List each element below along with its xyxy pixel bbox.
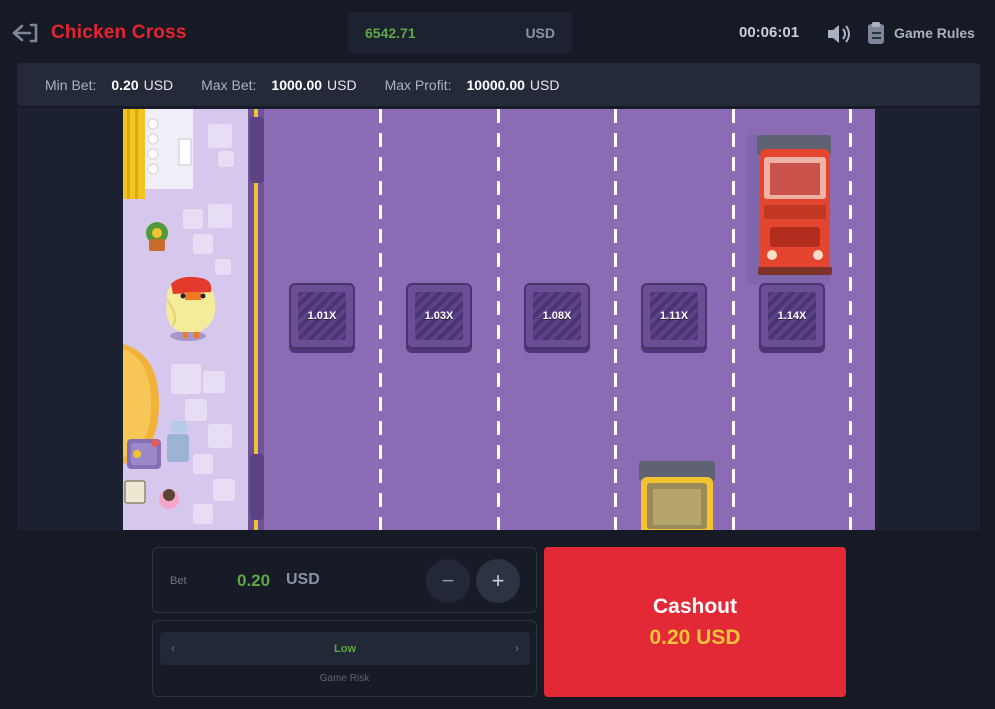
decrease-bet-button[interactable]: − — [426, 559, 470, 603]
multiplier-label: 1.14X — [777, 310, 807, 322]
yellow-truck — [639, 461, 715, 530]
back-arrow-icon[interactable] — [10, 18, 40, 48]
multiplier-label: 1.01X — [307, 310, 337, 322]
bet-limits-bar: Min Bet: 0.20 USD Max Bet: 1000.00 USD M… — [17, 63, 980, 106]
min-bet: Min Bet: 0.20 USD — [45, 77, 173, 93]
multiplier-label: 1.03X — [424, 310, 454, 322]
game-risk-panel: ‹ Low › Game Risk — [152, 620, 537, 697]
bet-amount-input[interactable]: 0.20 — [237, 571, 270, 591]
multiplier-tile[interactable]: 1.08X — [524, 283, 590, 349]
speaker-icon[interactable] — [826, 23, 852, 45]
max-profit-currency: USD — [529, 76, 560, 93]
balance-value: 6542.71 — [365, 25, 416, 41]
multiplier-tile[interactable]: 1.03X — [406, 283, 472, 349]
min-bet-currency: USD — [143, 76, 174, 93]
min-bet-label: Min Bet: — [45, 76, 97, 93]
balance-display: 6542.71 USD — [348, 12, 572, 54]
min-bet-value: 0.20 — [111, 76, 139, 93]
multiplier-tile[interactable]: 1.14X — [759, 283, 825, 349]
risk-caption: Game Risk — [319, 673, 370, 684]
bet-amount-panel: Bet 0.20 USD − + — [152, 547, 537, 613]
cashout-label: Cashout — [653, 595, 737, 618]
max-bet: Max Bet: 1000.00 USD — [201, 77, 356, 93]
game-title: Chicken Cross — [51, 22, 187, 43]
multiplier-label: 1.11X — [659, 310, 689, 322]
max-bet-currency: USD — [327, 76, 357, 93]
chevron-right-icon[interactable]: › — [515, 641, 519, 655]
balance-currency: USD — [525, 25, 555, 41]
game-rules-label: Game Rules — [894, 25, 975, 41]
increase-bet-button[interactable]: + — [476, 559, 520, 603]
max-profit: Max Profit: 10000.00 USD — [385, 77, 560, 93]
multiplier-tile[interactable]: 1.11X — [641, 283, 707, 349]
multiplier-label: 1.08X — [542, 310, 572, 322]
game-rules-button[interactable]: Game Rules — [866, 20, 975, 46]
clipboard-icon — [868, 22, 884, 44]
max-bet-label: Max Bet: — [201, 76, 257, 93]
risk-value: Low — [334, 643, 356, 655]
bet-label: Bet — [170, 575, 187, 587]
risk-selector[interactable]: ‹ Low › — [160, 632, 530, 665]
session-timer: 00:06:01 — [739, 24, 800, 41]
cashout-button[interactable]: Cashout 0.20 USD — [544, 547, 846, 697]
cashout-amount: 0.20 USD — [649, 626, 741, 649]
max-profit-value: 10000.00 — [466, 76, 525, 93]
max-bet-value: 1000.00 — [271, 76, 323, 93]
game-board: 1.01X 1.03X 1.08X 1.11X 1.14X — [123, 109, 875, 530]
bet-currency: USD — [286, 571, 320, 588]
max-profit-label: Max Profit: — [384, 76, 452, 93]
multiplier-tile[interactable]: 1.01X — [289, 283, 355, 349]
red-truck — [746, 135, 832, 285]
